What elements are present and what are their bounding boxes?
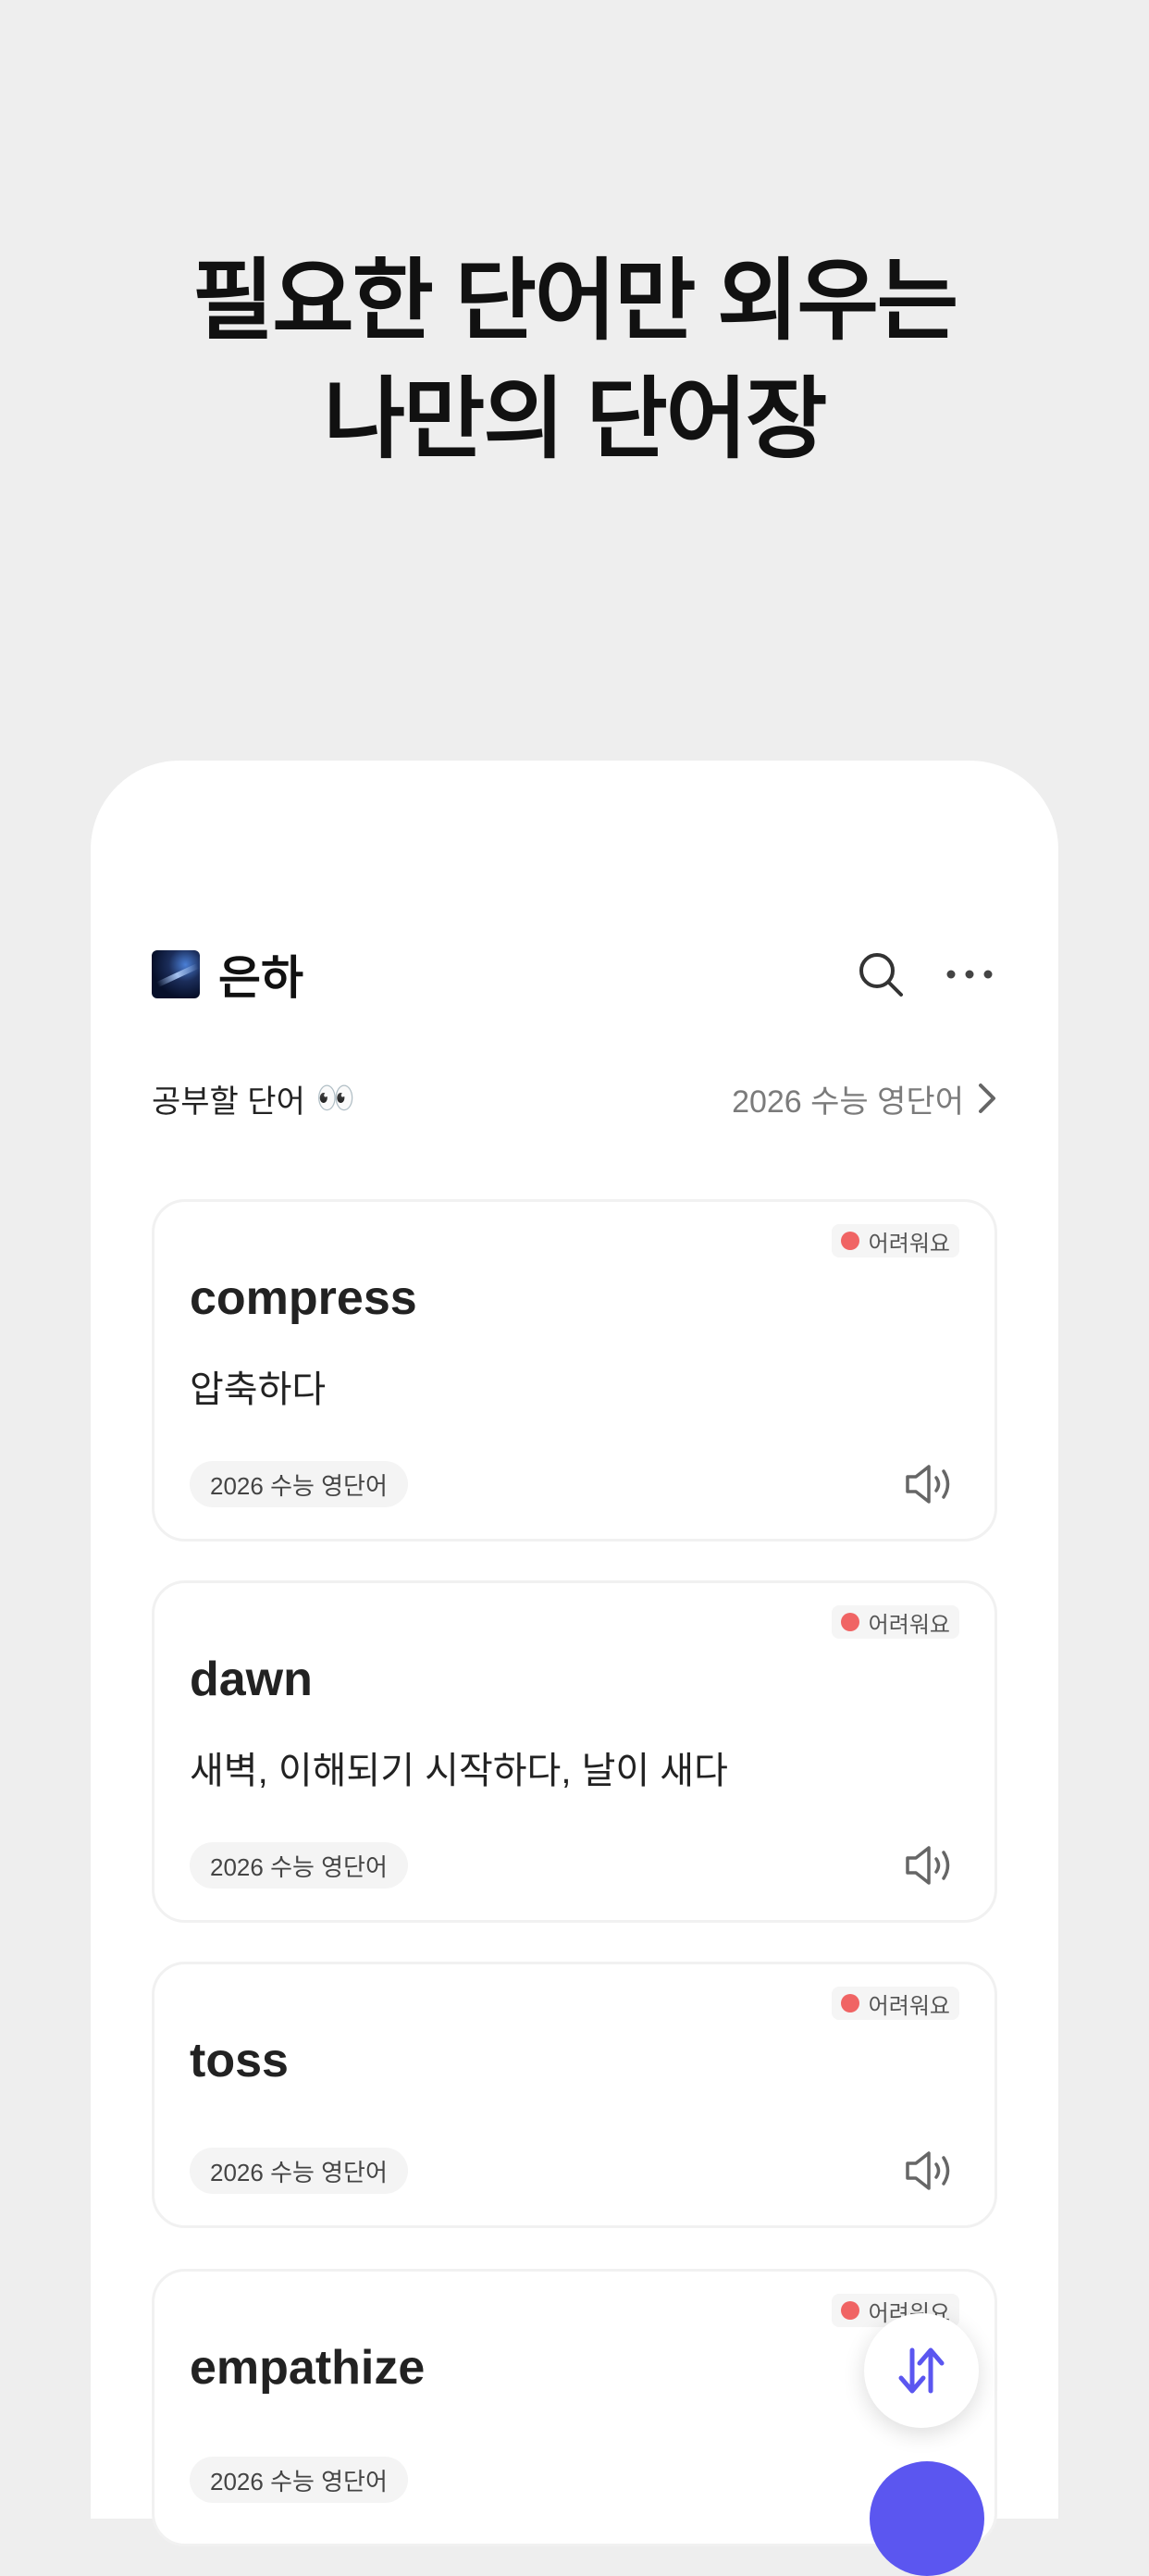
wordbook-tag: 2026 수능 영단어 [190, 2457, 408, 2503]
chevron-right-icon [979, 1084, 995, 1113]
swap-vertical-icon [898, 2347, 945, 2394]
app-title: 은하 [218, 952, 303, 1004]
add-word-fab[interactable] [870, 2461, 984, 2576]
study-words-text: 공부할 단어 [152, 1084, 305, 1120]
difficulty-dot [840, 1232, 859, 1250]
word-text: empathize [190, 2341, 426, 2395]
word-text: dawn [190, 1653, 313, 1706]
word-card[interactable]: 어려워요 compress 압축하다 2026 수능 영단어 [152, 1199, 997, 1542]
difficulty-dot [840, 1613, 859, 1631]
wordbook-name: 2026 수능 영단어 [732, 1084, 964, 1120]
eyes-emoji: 👀 [315, 1081, 356, 1116]
word-text: compress [190, 1271, 417, 1325]
speaker-icon[interactable] [904, 2149, 956, 2192]
more-horizontal-icon[interactable] [942, 947, 997, 1002]
app-bar-actions [853, 947, 997, 1002]
headline-line-2: 나만의 단어장 [323, 370, 828, 469]
difficulty-badge: 어려워요 [831, 1224, 959, 1257]
word-text: toss [190, 2034, 289, 2087]
difficulty-dot [840, 1994, 859, 2012]
wordbook-tag: 2026 수능 영단어 [190, 1461, 408, 1507]
headline-line-1: 필요한 단어만 외우는 [192, 252, 958, 351]
difficulty-label: 어려워요 [868, 1612, 950, 1638]
difficulty-badge: 어려워요 [831, 1605, 959, 1639]
speaker-icon[interactable] [904, 1844, 956, 1887]
galaxy-avatar [152, 950, 200, 998]
wordbook-tag: 2026 수능 영단어 [190, 1842, 408, 1889]
phone-screen: 은하 공부할 단어 👀 2026 수능 영단어 어려워요 compress 압축… [91, 761, 1058, 2576]
study-words-label: 공부할 단어 👀 [152, 1076, 355, 1121]
difficulty-dot [840, 2301, 859, 2320]
sub-bar: 공부할 단어 👀 2026 수능 영단어 [152, 1075, 997, 1121]
app-bar: 은하 [152, 942, 997, 1007]
speaker-icon[interactable] [904, 1463, 956, 1505]
difficulty-label: 어려워요 [868, 1231, 950, 1257]
word-meaning: 압축하다 [190, 1369, 327, 1410]
word-card[interactable]: 어려워요 toss 2026 수능 영단어 [152, 1962, 997, 2228]
headline: 필요한 단어만 외우는 나만의 단어장 [0, 242, 1149, 479]
wordbook-tag: 2026 수능 영단어 [190, 2148, 408, 2194]
wordbook-selector[interactable]: 2026 수능 영단어 [732, 1076, 997, 1121]
sort-fab[interactable] [864, 2313, 979, 2428]
difficulty-badge: 어려워요 [831, 1987, 959, 2020]
difficulty-label: 어려워요 [868, 1993, 950, 2019]
word-card[interactable]: 어려워요 dawn 새벽, 이해되기 시작하다, 날이 새다 2026 수능 영… [152, 1580, 997, 1923]
word-meaning: 새벽, 이해되기 시작하다, 날이 새다 [190, 1751, 728, 1791]
search-icon[interactable] [853, 947, 908, 1002]
